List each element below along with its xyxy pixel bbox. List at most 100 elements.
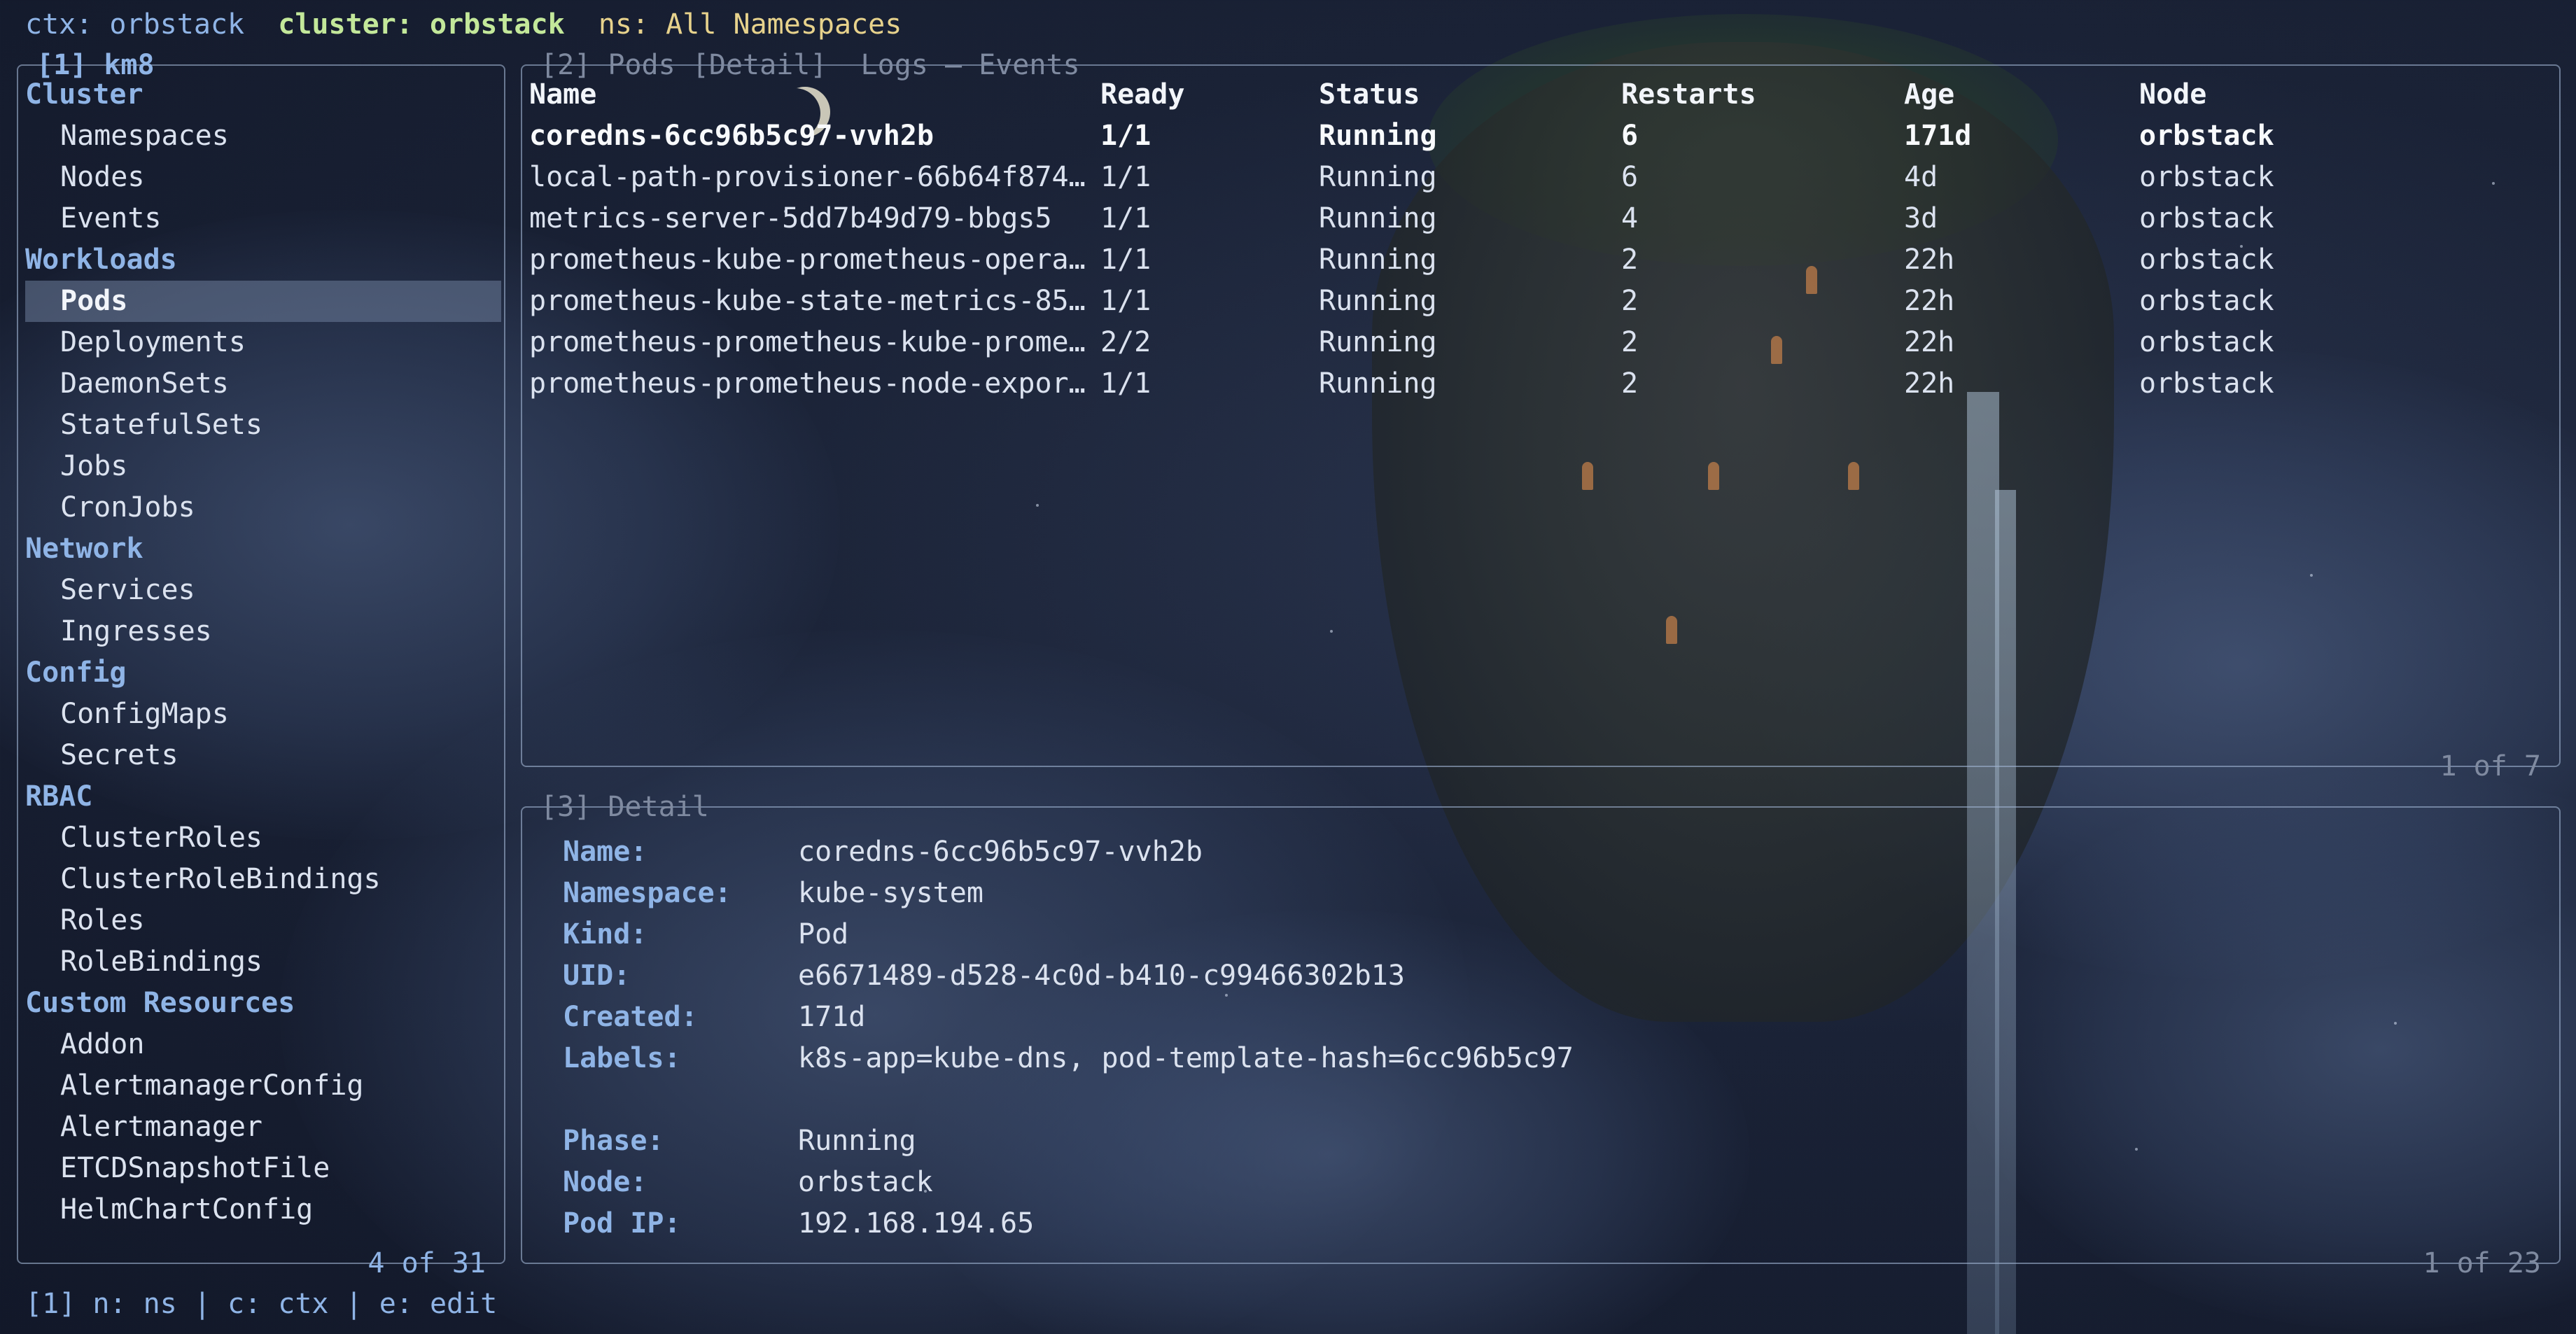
- cell-restarts: 2: [1621, 326, 1639, 358]
- table-row[interactable]: prometheus-kube-prometheus-opera… 1/1 Runn…: [529, 239, 2552, 281]
- detail-value: coredns-6cc96b5c97-vvh2b: [798, 836, 1203, 868]
- detail-key: Namespace:: [563, 877, 732, 909]
- cell-node: orbstack: [2139, 202, 2274, 234]
- menu-item-alertmanager[interactable]: Alertmanager: [25, 1107, 501, 1148]
- column-header-status: Status: [1319, 78, 1420, 111]
- cell-restarts: 6: [1621, 120, 1639, 152]
- menu-item-ingresses[interactable]: Ingresses: [25, 611, 501, 652]
- menu-item-cronjobs[interactable]: CronJobs: [25, 487, 501, 528]
- column-header-restarts: Restarts: [1621, 78, 1756, 111]
- detail-value: e6671489-d528-4c0d-b410-c99466302b13: [798, 960, 1405, 992]
- cell-name: coredns-6cc96b5c97-vvh2b: [529, 120, 934, 152]
- column-header-age: Age: [1904, 78, 1955, 111]
- cell-status: Running: [1319, 367, 1437, 400]
- cell-ready: 1/1: [1100, 244, 1152, 276]
- cell-node: orbstack: [2139, 367, 2274, 400]
- namespace-label[interactable]: ns: All Namespaces: [598, 8, 902, 41]
- cell-node: orbstack: [2139, 161, 2274, 193]
- menu-item-helmchartconfig[interactable]: HelmChartConfig: [25, 1189, 501, 1230]
- cell-age: 22h: [1904, 326, 1955, 358]
- detail-value: 192.168.194.65: [798, 1207, 1035, 1240]
- cell-age: 22h: [1904, 244, 1955, 276]
- detail-panel[interactable]: [3] Detail Name: coredns-6cc96b5c97-vvh2b…: [521, 791, 2561, 1279]
- cell-ready: 1/1: [1100, 285, 1152, 317]
- menu-section-custom-resources: Custom Resources: [25, 987, 295, 1019]
- table-row[interactable]: local-path-provisioner-66b64f874… 1/1 Runn…: [529, 157, 2552, 198]
- menu-item-rolebindings[interactable]: RoleBindings: [25, 941, 501, 983]
- menu-item-services[interactable]: Services: [25, 570, 501, 611]
- table-row[interactable]: metrics-server-5dd7b49d79-bbgs5 1/1 Runnin…: [529, 198, 2552, 239]
- menu-item-daemonsets[interactable]: DaemonSets: [25, 363, 501, 405]
- cell-name: local-path-provisioner-66b64f874…: [529, 161, 1086, 193]
- detail-panel-title: [3] Detail: [540, 791, 709, 823]
- menu-item-nodes[interactable]: Nodes: [25, 157, 501, 198]
- table-row[interactable]: coredns-6cc96b5c97-vvh2b 1/1 Running 6 171d o…: [529, 115, 2552, 157]
- cell-status: Running: [1319, 285, 1437, 317]
- menu-item-addon[interactable]: Addon: [25, 1024, 501, 1065]
- menu-section-workloads: Workloads: [25, 244, 177, 276]
- cell-status: Running: [1319, 326, 1437, 358]
- cell-ready: 1/1: [1100, 161, 1152, 193]
- detail-key: Name:: [563, 836, 648, 868]
- menu-section-network: Network: [25, 533, 144, 565]
- detail-key: Kind:: [563, 918, 648, 950]
- table-row[interactable]: prometheus-prometheus-node-expor… 1/1 Runn…: [529, 363, 2552, 405]
- menu-item-clusterroles[interactable]: ClusterRoles: [25, 817, 501, 859]
- menu-item-etcdsnapshotfile[interactable]: ETCDSnapshotFile: [25, 1148, 501, 1189]
- menu-item-events[interactable]: Events: [25, 198, 501, 239]
- cell-node: orbstack: [2139, 120, 2274, 152]
- cell-node: orbstack: [2139, 244, 2274, 276]
- cell-status: Running: [1319, 120, 1437, 152]
- context-bar: ctx: orbstack cluster: orbstack ns: All …: [25, 7, 902, 42]
- pods-position: 1 of 7: [2440, 750, 2542, 782]
- cell-restarts: 2: [1621, 285, 1639, 317]
- menu-item-deployments[interactable]: Deployments: [25, 322, 501, 363]
- column-header-name: Name: [529, 78, 597, 111]
- cell-name: prometheus-kube-prometheus-opera…: [529, 244, 1086, 276]
- cell-ready: 1/1: [1100, 120, 1152, 152]
- resource-menu-panel[interactable]: [1] km8 Cluster Namespaces Nodes Events Work…: [17, 49, 505, 1279]
- menu-item-secrets[interactable]: Secrets: [25, 735, 501, 776]
- app-window: ctx: orbstack cluster: orbstack ns: All …: [0, 0, 2576, 1334]
- detail-key: Phase:: [563, 1125, 664, 1157]
- detail-key: Node:: [563, 1166, 648, 1198]
- resource-menu: Cluster Namespaces Nodes Events Workloads Pod…: [25, 74, 501, 1230]
- table-row[interactable]: prometheus-kube-state-metrics-85… 1/1 Runn…: [529, 281, 2552, 322]
- menu-item-roles[interactable]: Roles: [25, 900, 501, 941]
- cell-status: Running: [1319, 244, 1437, 276]
- pods-panel[interactable]: [2] Pods [Detail] Logs – Events Name Read…: [521, 49, 2561, 782]
- menu-section-cluster: Cluster: [25, 78, 144, 111]
- cell-age: 3d: [1904, 202, 1938, 234]
- column-header-node: Node: [2139, 78, 2207, 111]
- menu-item-pods[interactable]: Pods: [25, 281, 501, 322]
- context-label: ctx: orbstack: [25, 8, 245, 41]
- menu-item-alertmanagerconfig[interactable]: AlertmanagerConfig: [25, 1065, 501, 1107]
- cell-status: Running: [1319, 202, 1437, 234]
- cluster-label: cluster: orbstack: [278, 8, 565, 41]
- detail-key: Pod IP:: [563, 1207, 681, 1240]
- detail-value: 171d: [798, 1001, 866, 1033]
- cell-age: 171d: [1904, 120, 1972, 152]
- cell-restarts: 6: [1621, 161, 1639, 193]
- cell-ready: 2/2: [1100, 326, 1152, 358]
- cell-ready: 1/1: [1100, 367, 1152, 400]
- cell-name: prometheus-kube-state-metrics-85…: [529, 285, 1086, 317]
- detail-value: k8s-app=kube-dns, pod-template-hash=6cc9…: [798, 1042, 1574, 1074]
- detail-position: 1 of 23: [2423, 1247, 2541, 1279]
- menu-item-namespaces[interactable]: Namespaces: [25, 115, 501, 157]
- menu-item-clusterrolebindings[interactable]: ClusterRoleBindings: [25, 859, 501, 900]
- table-header: Name Ready Status Restarts Age Node: [529, 74, 2552, 115]
- cell-restarts: 2: [1621, 367, 1639, 400]
- table-row[interactable]: prometheus-prometheus-kube-prome… 2/2 Runn…: [529, 322, 2552, 363]
- detail-value: Running: [798, 1125, 916, 1157]
- cell-node: orbstack: [2139, 326, 2274, 358]
- menu-item-configmaps[interactable]: ConfigMaps: [25, 694, 501, 735]
- cell-node: orbstack: [2139, 285, 2274, 317]
- cell-restarts: 4: [1621, 202, 1639, 234]
- cell-status: Running: [1319, 161, 1437, 193]
- detail-value: orbstack: [798, 1166, 933, 1198]
- menu-item-jobs[interactable]: Jobs: [25, 446, 501, 487]
- detail-key: Created:: [563, 1001, 698, 1033]
- menu-item-statefulsets[interactable]: StatefulSets: [25, 405, 501, 446]
- cell-name: prometheus-prometheus-kube-prome…: [529, 326, 1086, 358]
